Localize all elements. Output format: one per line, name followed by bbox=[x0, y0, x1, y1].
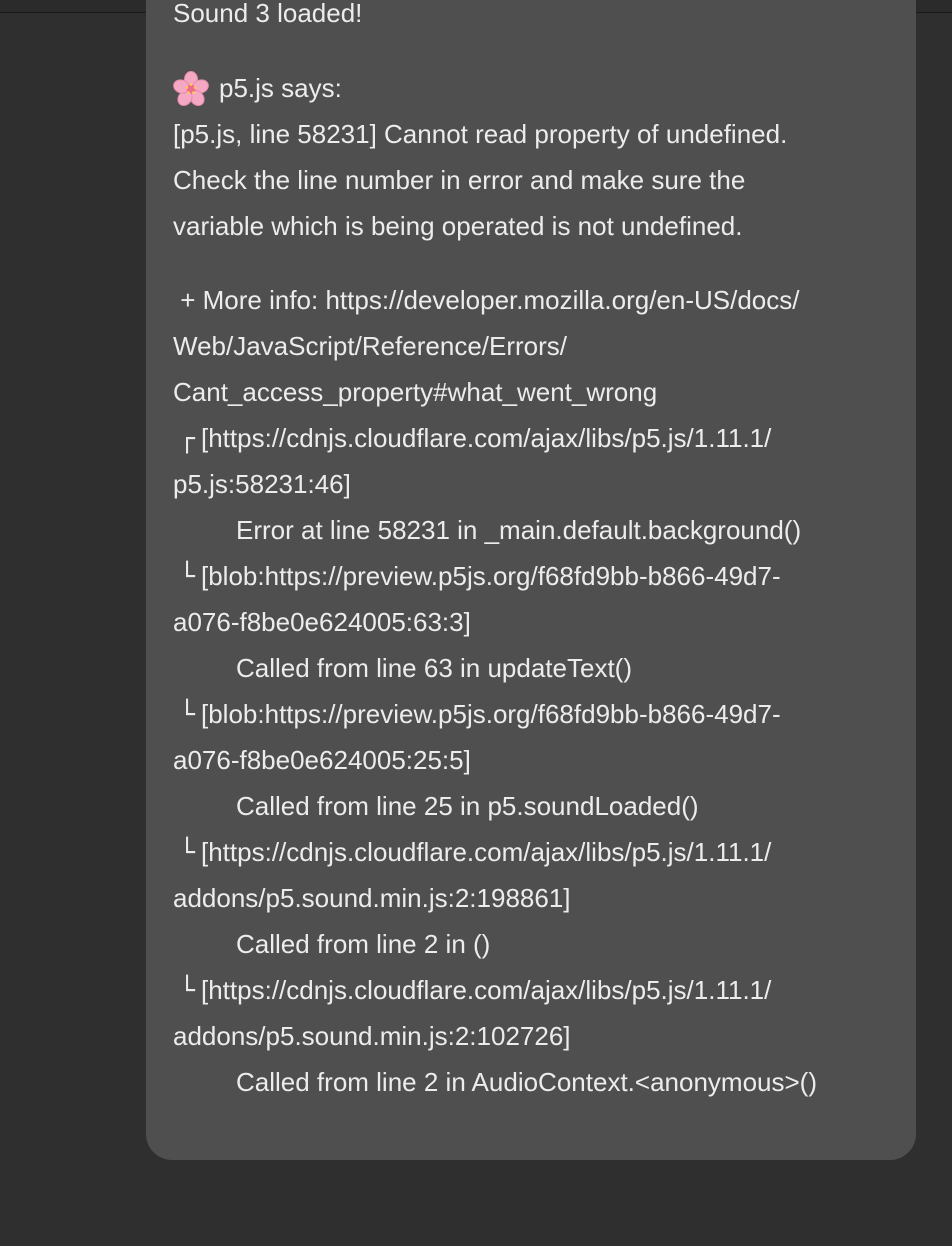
stack-frame-url[interactable]: [https://cdnjs.cloudflare.com/ajax/libs/… bbox=[201, 975, 771, 1005]
stack-frame-location-cont[interactable]: p5.js:58231:46] bbox=[173, 461, 817, 507]
tree-branch-glyph: ┌ bbox=[179, 424, 195, 454]
more-info: + More info: https://developer.mozilla.o… bbox=[173, 277, 799, 415]
stack-frame-message: Error at line 58231 in _main.default.bac… bbox=[236, 515, 802, 545]
stack-frame-location[interactable]: └ [blob:https://preview.p5js.org/f68fd9bb… bbox=[173, 553, 817, 599]
p5-says-header: p5.js says: bbox=[173, 65, 342, 111]
tree-branch-glyph: └ bbox=[179, 838, 195, 868]
stack-frame-location[interactable]: └ [https://cdnjs.cloudflare.com/ajax/libs… bbox=[173, 829, 817, 875]
more-info-line[interactable]: + More info: https://developer.mozilla.o… bbox=[173, 277, 799, 323]
stack-frame-location-cont[interactable]: a076-f8be0e624005:63:3] bbox=[173, 599, 817, 645]
stack-frame-url[interactable]: [https://cdnjs.cloudflare.com/ajax/libs/… bbox=[201, 423, 771, 453]
stack-frame-location[interactable]: └ [blob:https://preview.p5js.org/f68fd9bb… bbox=[173, 691, 817, 737]
stack-frame-location-cont[interactable]: addons/p5.sound.min.js:2:102726] bbox=[173, 1013, 817, 1059]
stack-frame-message: Called from line 25 in p5.soundLoaded() bbox=[236, 791, 699, 821]
sound-loaded-text: Sound 3 loaded! bbox=[173, 0, 363, 28]
p5-says-label: p5.js says: bbox=[219, 72, 342, 103]
stack-frame-message: Called from line 63 in updateText() bbox=[236, 653, 632, 683]
error-line: variable which is being operated is not … bbox=[173, 211, 743, 241]
tree-branch-glyph: └ bbox=[179, 976, 195, 1006]
stack-frame-location[interactable]: └ [https://cdnjs.cloudflare.com/ajax/libs… bbox=[173, 967, 817, 1013]
stack-frame-message: Called from line 2 in () bbox=[236, 929, 491, 959]
error-line: Check the line number in error and make … bbox=[173, 165, 746, 195]
tree-branch-glyph: └ bbox=[179, 562, 195, 592]
stack-frame-location-cont[interactable]: addons/p5.sound.min.js:2:198861] bbox=[173, 875, 817, 921]
error-line: [p5.js, line 58231] Cannot read property… bbox=[173, 119, 788, 149]
stack-trace: ┌ [https://cdnjs.cloudflare.com/ajax/libs… bbox=[173, 415, 817, 1105]
more-info-line[interactable]: Cant_access_property#what_went_wrong bbox=[173, 369, 799, 415]
tree-branch-glyph: └ bbox=[179, 700, 195, 730]
console-message-bubble: Sound 3 loaded! p5.js says: [p5.js, line… bbox=[146, 0, 916, 1160]
more-info-line[interactable]: Web/JavaScript/Reference/Errors/ bbox=[173, 323, 799, 369]
error-description: [p5.js, line 58231] Cannot read property… bbox=[173, 111, 787, 249]
stack-frame-location[interactable]: ┌ [https://cdnjs.cloudflare.com/ajax/libs… bbox=[173, 415, 817, 461]
stack-frame-url[interactable]: [https://cdnjs.cloudflare.com/ajax/libs/… bbox=[201, 837, 771, 867]
stack-frame-message: Called from line 2 in AudioContext.<anon… bbox=[236, 1067, 817, 1097]
stack-frame-url[interactable]: [blob:https://preview.p5js.org/f68fd9bb-… bbox=[201, 561, 781, 591]
cherry-blossom-icon bbox=[173, 71, 209, 107]
stack-frame-url[interactable]: [blob:https://preview.p5js.org/f68fd9bb-… bbox=[201, 699, 781, 729]
stack-frame-location-cont[interactable]: a076-f8be0e624005:25:5] bbox=[173, 737, 817, 783]
